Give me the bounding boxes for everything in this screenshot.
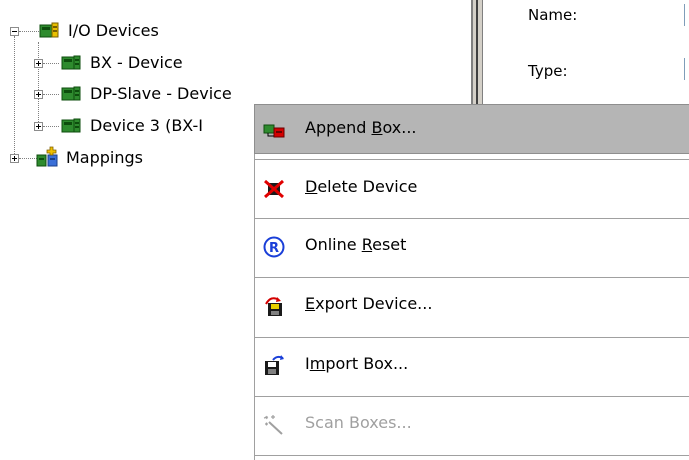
menu-separator	[255, 455, 689, 457]
tree-node-label: BX - Device	[90, 53, 183, 72]
menu-separator	[255, 396, 689, 398]
tree-connector	[14, 36, 15, 158]
menu-item-export-device[interactable]: Export Device...	[255, 281, 689, 329]
import-box-icon	[263, 355, 285, 377]
menu-separator	[255, 337, 689, 339]
online-reset-icon: R	[263, 236, 285, 258]
tree-node-label: Mappings	[66, 148, 143, 167]
expand-toggle[interactable]	[34, 90, 43, 99]
menu-item-import-box[interactable]: Import Box...	[255, 341, 689, 389]
menu-item-online-reset[interactable]: R Online Reset	[255, 222, 689, 270]
menu-item-append-box[interactable]: Append Box...	[254, 104, 689, 154]
svg-text:R: R	[269, 241, 279, 256]
delete-device-icon	[263, 178, 285, 200]
menu-separator	[255, 218, 689, 220]
menu-separator	[255, 277, 689, 279]
tree-connector	[43, 63, 59, 64]
name-label: Name:	[528, 6, 578, 24]
tree-node-label: Device 3 (BX-I	[90, 116, 203, 135]
expand-toggle[interactable]	[10, 154, 19, 163]
collapse-toggle[interactable]	[10, 27, 19, 36]
mappings-icon	[36, 146, 60, 172]
expand-toggle[interactable]	[34, 122, 43, 131]
menu-item-delete-device[interactable]: Delete Device	[255, 164, 689, 212]
expand-toggle[interactable]	[34, 59, 43, 68]
menu-item-scan-boxes[interactable]: Scan Boxes...	[255, 400, 689, 448]
name-field[interactable]	[684, 4, 689, 26]
device-icon	[60, 52, 82, 78]
tree-node-label: DP-Slave - Device	[90, 84, 232, 103]
tree-connector	[38, 42, 39, 128]
type-field[interactable]	[684, 58, 689, 80]
menu-separator	[255, 159, 689, 161]
context-menu: Append Box... Delete Device R Online Res…	[254, 104, 689, 460]
menu-item-label: Export Device...	[305, 294, 433, 313]
tree-connector	[19, 31, 39, 32]
menu-item-label: Scan Boxes...	[305, 413, 412, 432]
io-devices-icon	[38, 20, 60, 46]
tree-connector	[43, 126, 59, 127]
type-label: Type:	[528, 62, 568, 80]
menu-item-label: Delete Device	[305, 177, 418, 196]
device-icon	[60, 115, 82, 141]
scan-boxes-icon	[263, 414, 285, 436]
tree-connector	[43, 94, 59, 95]
append-box-icon	[263, 119, 285, 141]
tree-node-label: I/O Devices	[68, 21, 159, 40]
device-icon	[60, 83, 82, 109]
menu-item-label: Import Box...	[305, 354, 409, 373]
menu-item-label: Online Reset	[305, 235, 407, 254]
export-device-icon	[263, 295, 285, 317]
menu-item-label: Append Box...	[305, 118, 417, 137]
